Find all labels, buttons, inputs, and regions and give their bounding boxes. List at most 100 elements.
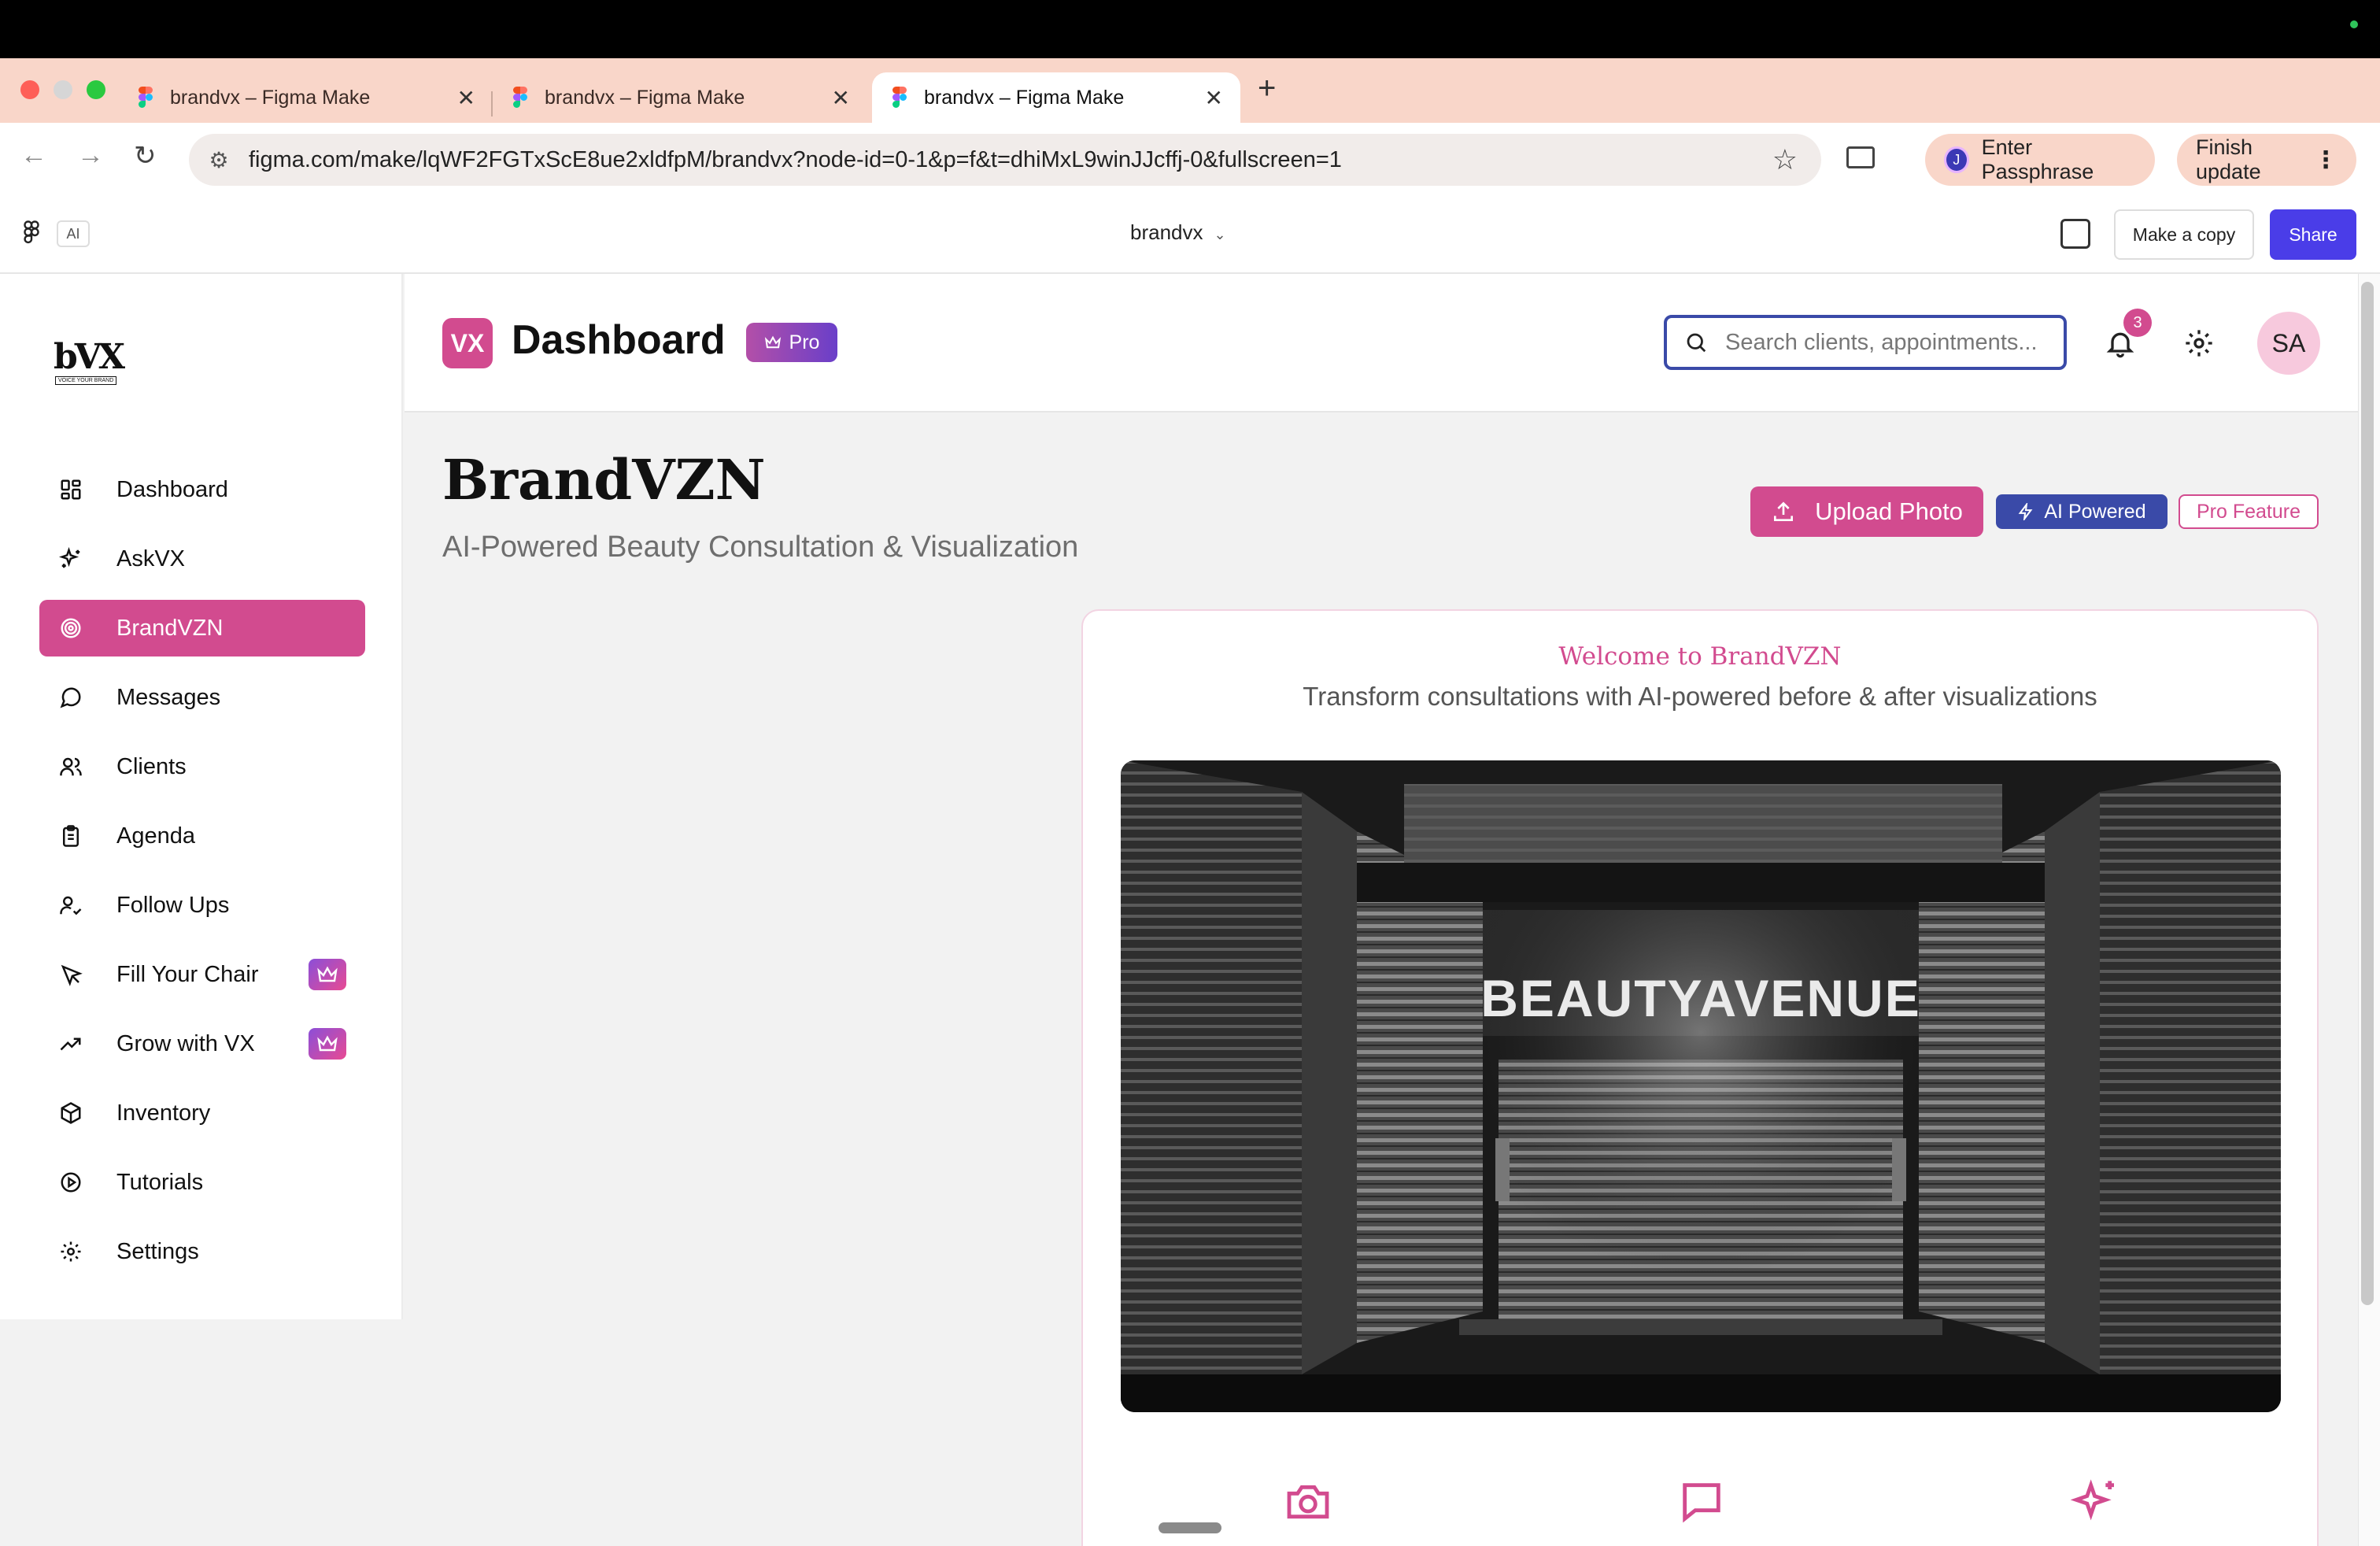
browser-tab-3-active[interactable]: brandvx – Figma Make ✕ [872,72,1240,123]
reload-icon[interactable]: ↻ [134,140,157,172]
new-tab-button[interactable]: + [1258,71,1276,106]
chevron-down-icon: ⌄ [1214,227,1226,242]
scrollbar-thumb[interactable] [2361,282,2374,1305]
brand-logo[interactable]: bVX VOICE YOUR BRAND [54,337,126,385]
cursor-icon [57,960,85,989]
trending-up-icon [57,1030,85,1058]
file-name: brandvx [1130,220,1203,244]
close-window-button[interactable] [20,80,39,99]
box-icon [57,1099,85,1127]
app-header: VX Dashboard Pro 3 SA [405,274,2358,412]
figma-logo-icon[interactable] [24,220,39,251]
ai-tag: AI [57,220,90,247]
upload-photo-button[interactable]: Upload Photo [1750,486,1983,537]
gear-icon [57,1237,85,1266]
sidebar-item-label: Dashboard [116,476,228,502]
storefront-sign: BEAUTYAVENUE [1480,969,1920,1027]
sidebar-item-brandvzn[interactable]: BrandVZN [39,600,365,656]
sidebar-item-label: Tutorials [116,1169,204,1195]
gear-icon[interactable] [2183,327,2215,359]
horizontal-scroll-indicator[interactable] [1159,1522,1221,1533]
vx-logo[interactable]: VX [442,318,493,368]
play-circle-icon [57,1168,85,1196]
sidebar-item-label: Fill Your Chair [116,961,259,987]
passphrase-button[interactable]: J Enter Passphrase [1925,134,2155,186]
crown-icon [764,335,781,349]
sparkles-icon [57,545,85,573]
forward-arrow-icon[interactable]: → [77,140,104,171]
page-subtitle: AI-Powered Beauty Consultation & Visuali… [442,531,1079,564]
address-bar[interactable]: ⚙ figma.com/make/lqWF2FGTxScE8ue2xldfpM/… [189,134,1821,186]
figma-favicon-icon [513,87,527,109]
ai-powered-tag: AI Powered [1996,494,2168,529]
sidebar-item-askvx[interactable]: AskVX [39,531,365,587]
make-copy-button[interactable]: Make a copy [2114,209,2254,260]
share-button[interactable]: Share [2270,209,2356,260]
sidebar-item-label: Messages [116,684,221,710]
window-controls [20,80,105,99]
feature-icons-row [1083,1477,2317,1540]
finish-update-button[interactable]: Finish update ⋮ [2177,134,2356,186]
camera-icon [1287,1485,1329,1519]
tab-title: brandvx – Figma Make [545,86,745,109]
storefront-image: BEAUTYAVENUE [1121,760,2281,1412]
page-title: BrandVZN [442,447,766,512]
header-title: Dashboard [512,317,726,363]
site-settings-icon[interactable]: ⚙ [203,147,235,173]
sidebar-item-label: Follow Ups [116,892,230,918]
sidebar-item-label: Inventory [116,1100,211,1126]
sidebar-item-grow-with-vx[interactable]: Grow with VX [39,1015,365,1072]
sidebar-item-clients[interactable]: Clients [39,738,365,795]
sidebar-item-follow-ups[interactable]: Follow Ups [39,877,365,934]
browser-tab-strip: brandvx – Figma Make ✕ brandvx – Figma M… [0,58,2380,123]
minimize-window-button[interactable] [54,80,72,99]
browser-toolbar: ← → ↻ ⚙ figma.com/make/lqWF2FGTxScE8ue2x… [0,123,2380,195]
welcome-card: Welcome to BrandVZN Transform consultati… [1081,609,2319,1546]
clipboard-icon [57,822,85,850]
user-avatar[interactable]: SA [2257,312,2320,375]
sparkles-icon [2070,1479,2114,1521]
user-check-icon [57,891,85,919]
pro-badge: Pro [746,323,837,362]
close-tab-icon[interactable]: ✕ [457,85,475,111]
sidebar: bVX VOICE YOUR BRAND Dashboard AskVX Bra… [0,274,403,1319]
sidebar-item-agenda[interactable]: Agenda [39,808,365,864]
sidebar-item-dashboard[interactable]: Dashboard [39,461,365,518]
sidebar-item-label: Settings [116,1238,199,1264]
back-arrow-icon[interactable]: ← [20,140,47,171]
sidebar-item-label: AskVX [116,546,186,571]
upload-photo-label: Upload Photo [1815,497,1963,525]
maximize-window-button[interactable] [87,80,105,99]
ai-powered-label: AI Powered [2044,500,2146,523]
sidebar-item-fill-your-chair[interactable]: Fill Your Chair [39,946,365,1003]
welcome-heading: Welcome to BrandVZN [1558,642,1842,671]
url-text[interactable]: figma.com/make/lqWF2FGTxScE8ue2xldfpM/br… [249,147,1342,173]
pro-badge-label: Pro [789,331,820,353]
close-tab-icon[interactable]: ✕ [832,85,850,111]
more-menu-icon[interactable]: ⋮ [2314,146,2338,174]
browser-tab-1[interactable]: brandvx – Figma Make ✕ [118,72,493,123]
preview-scan-icon[interactable] [2060,219,2090,249]
lightning-icon [2019,503,2033,520]
sidebar-item-label: Grow with VX [116,1030,255,1056]
system-top-bar [0,0,2380,58]
file-name-menu[interactable]: brandvx ⌄ [1130,220,1226,245]
search-box[interactable] [1664,315,2067,370]
figma-make-header: AI brandvx ⌄ Make a copy Share [0,195,2380,274]
sidebar-item-messages[interactable]: Messages [39,669,365,726]
figma-favicon-icon [893,87,907,109]
sidebar-item-label: Agenda [116,823,195,849]
pro-crown-icon [309,959,346,990]
storefront-photo: BEAUTYAVENUE [1121,760,2281,1412]
search-input[interactable] [1725,329,2040,356]
figma-favicon-icon [139,87,153,109]
cast-search-icon[interactable] [1846,146,1875,168]
pro-crown-icon [309,1028,346,1060]
close-tab-icon[interactable]: ✕ [1205,85,1223,111]
browser-tab-2[interactable]: brandvx – Figma Make ✕ [493,72,867,123]
sidebar-item-inventory[interactable]: Inventory [39,1085,365,1141]
bookmark-star-icon[interactable]: ☆ [1772,143,1798,176]
sidebar-item-settings[interactable]: Settings [39,1223,365,1280]
sidebar-item-tutorials[interactable]: Tutorials [39,1154,365,1211]
tab-title: brandvx – Figma Make [924,86,1125,109]
